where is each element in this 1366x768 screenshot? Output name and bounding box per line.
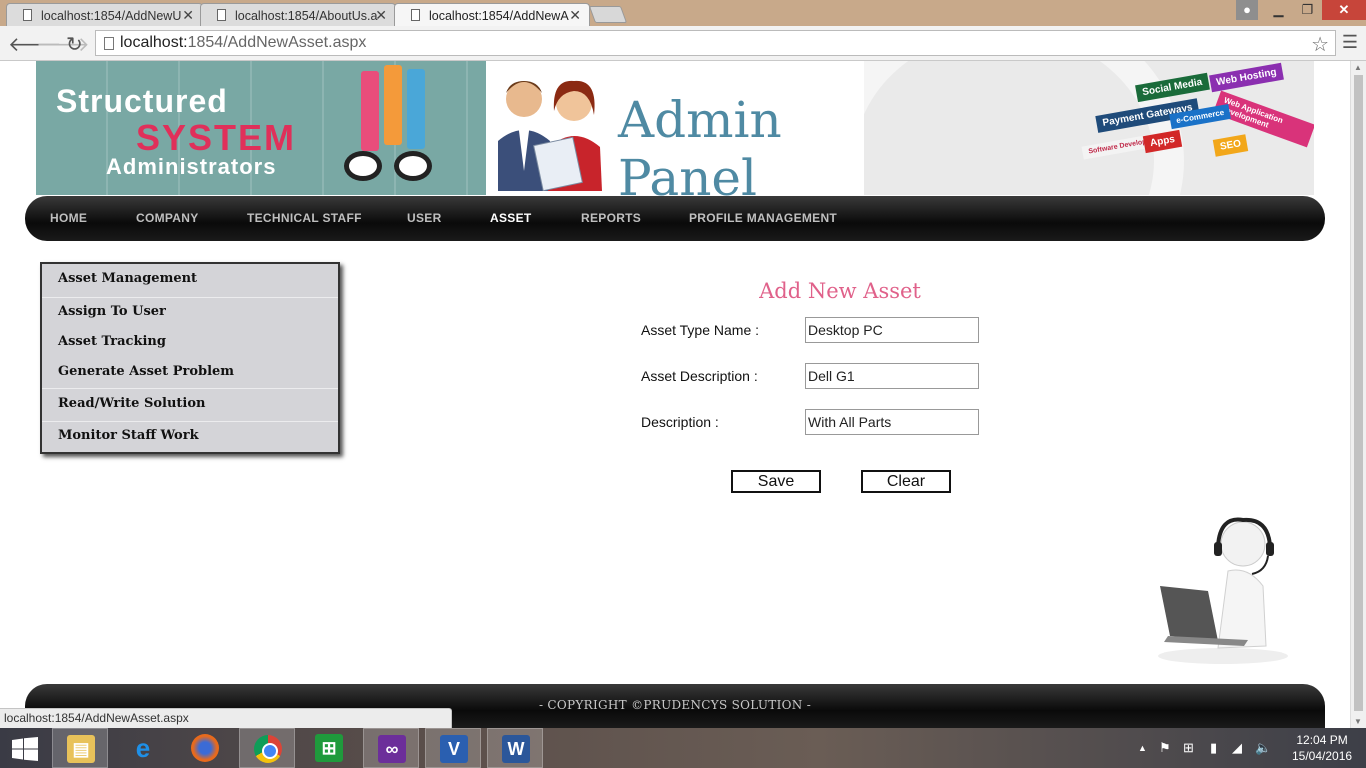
bookmark-star-icon[interactable]: ☆ [1311,32,1329,57]
clear-button[interactable]: Clear [861,470,951,493]
status-url-bubble: localhost:1854/AddNewAsset.aspx [0,708,452,728]
menu-item-asset-tracking[interactable]: Asset Tracking [42,334,338,364]
nav-technical-staff[interactable]: TECHNICAL STAFF [247,211,362,225]
save-button[interactable]: Save [731,470,821,493]
nav-profile-management[interactable]: PROFILE MANAGEMENT [689,211,837,225]
glasses-graphic [344,151,439,185]
asset-type-name-input[interactable] [805,317,979,343]
file-explorer-icon: ▤ [67,735,95,763]
firefox-icon [191,734,219,762]
taskbar-word[interactable]: W [487,728,543,768]
taskbar-chrome[interactable] [239,728,295,768]
admin-banner: Admin Panel [486,61,864,207]
pencil-graphic [407,69,425,149]
close-tab-icon[interactable]: ✕ [375,7,387,24]
browser-tab-active[interactable]: localhost:1854/AddNewA ✕ [394,3,590,26]
admin-panel-title: Admin Panel [618,91,782,207]
close-tab-icon[interactable]: ✕ [569,7,581,24]
tab-title: localhost:1854/AddNewU [41,9,182,23]
logo-line-2: SYSTEM [136,117,297,158]
address-bar[interactable]: localhost:1854/AddNewAsset.aspx ☆ [95,30,1336,56]
page-scrollbar[interactable]: ▲ ▼ [1350,61,1366,728]
word-icon: W [502,735,530,763]
scroll-up-arrow-icon[interactable]: ▲ [1354,63,1362,72]
asset-description-label: Asset Description : [641,368,758,384]
close-window-icon[interactable]: ✕ [1322,0,1366,20]
sign-label: Web Hosting [1209,62,1284,93]
network-signal-icon[interactable]: ◢ [1232,740,1242,756]
battery-icon[interactable]: ▮ [1210,740,1217,756]
scroll-down-arrow-icon[interactable]: ▼ [1354,717,1362,726]
nav-user[interactable]: USER [407,211,442,225]
services-banner: Social Media Web Hosting Payment Gateway… [864,61,1314,195]
taskbar-file-explorer[interactable]: ▤ [52,728,108,768]
toolbar: 🡐 🡒 ↻ localhost:1854/AddNewAsset.aspx ☆ … [0,26,1366,61]
page-content: Structured SYSTEM Administrators Admin P… [0,61,1350,728]
user-profile-icon[interactable]: ● [1236,0,1258,20]
nav-home[interactable]: HOME [50,211,87,225]
form-title: Add New Asset [759,279,921,303]
windows-tray-icon[interactable]: ⊞ [1183,740,1194,756]
sign-label: SEO [1212,134,1249,157]
clock-time: 12:04 PM [1296,733,1348,747]
page-icon [104,37,114,50]
description-input[interactable] [805,409,979,435]
new-tab-button[interactable] [588,6,628,23]
browser-tab-strip: localhost:1854/AddNewU ✕ localhost:1854/… [0,0,1366,26]
menu-item-assign-to-user[interactable]: Assign To User [42,297,338,327]
tab-title: localhost:1854/AddNewA [429,9,569,23]
scrollbar-thumb[interactable] [1354,75,1363,711]
admin-people-icon [498,80,602,191]
taskbar-visio[interactable]: V [425,728,481,768]
main-nav: HOME COMPANY TECHNICAL STAFF USER ASSET … [25,196,1325,241]
pencil-graphic [384,65,402,145]
volume-icon[interactable]: 🔈 [1255,740,1271,756]
nav-asset[interactable]: ASSET [490,211,532,225]
url-text: localhost:1854/AddNewAsset.aspx [120,34,367,51]
asset-side-menu: Asset Management Assign To User Asset Tr… [40,262,340,454]
asset-description-input[interactable] [805,363,979,389]
windows-taskbar: ▤ e ⊞ ∞ V W ▲ ⚑ ⊞ ▮ ◢ 🔈 12:04 PM 15/04/2… [0,728,1366,768]
taskbar-store[interactable]: ⊞ [301,728,357,768]
description-label: Description : [641,414,719,430]
asset-type-name-label: Asset Type Name : [641,322,760,338]
menu-item-read-write-solution[interactable]: Read/Write Solution [42,388,338,418]
logo-line-3: Administrators [106,154,277,179]
show-hidden-icons-icon[interactable]: ▲ [1138,743,1147,753]
reload-icon[interactable]: ↻ [66,32,83,57]
minimize-icon[interactable]: ▁ [1264,0,1293,20]
taskbar-internet-explorer[interactable]: e [115,728,171,768]
maximize-icon[interactable]: ❐ [1293,0,1322,20]
visual-studio-icon: ∞ [378,735,406,763]
chrome-icon [254,735,282,763]
browser-tab[interactable]: localhost:1854/AboutUs.a ✕ [200,3,396,26]
close-tab-icon[interactable]: ✕ [182,7,194,24]
system-clock[interactable]: 12:04 PM 15/04/2016 [1292,732,1352,764]
visio-icon: V [440,735,468,763]
support-agent-icon [1158,517,1288,664]
page-icon [217,9,226,21]
taskbar-visual-studio[interactable]: ∞ [363,728,419,768]
page-icon [411,9,420,21]
tab-title: localhost:1854/AboutUs.a [235,9,378,23]
nav-company[interactable]: COMPANY [136,211,199,225]
pencil-graphic [361,71,379,151]
nav-reports[interactable]: REPORTS [581,211,641,225]
window-controls: ● ▁ ❐ ✕ [1236,0,1366,22]
clock-date: 15/04/2016 [1292,749,1353,763]
taskbar-firefox[interactable] [177,728,233,768]
logo-line-1: Structured [56,83,228,119]
logo-banner: Structured SYSTEM Administrators [36,61,486,195]
menu-item-monitor-staff-work[interactable]: Monitor Staff Work [42,421,338,451]
store-icon: ⊞ [315,734,343,762]
browser-tab[interactable]: localhost:1854/AddNewU ✕ [6,3,203,26]
start-windows-icon[interactable] [12,737,38,761]
internet-explorer-icon: e [135,733,151,763]
action-center-flag-icon[interactable]: ⚑ [1159,740,1171,756]
chrome-menu-icon[interactable]: ☰ [1342,32,1358,53]
page-icon [23,9,32,21]
